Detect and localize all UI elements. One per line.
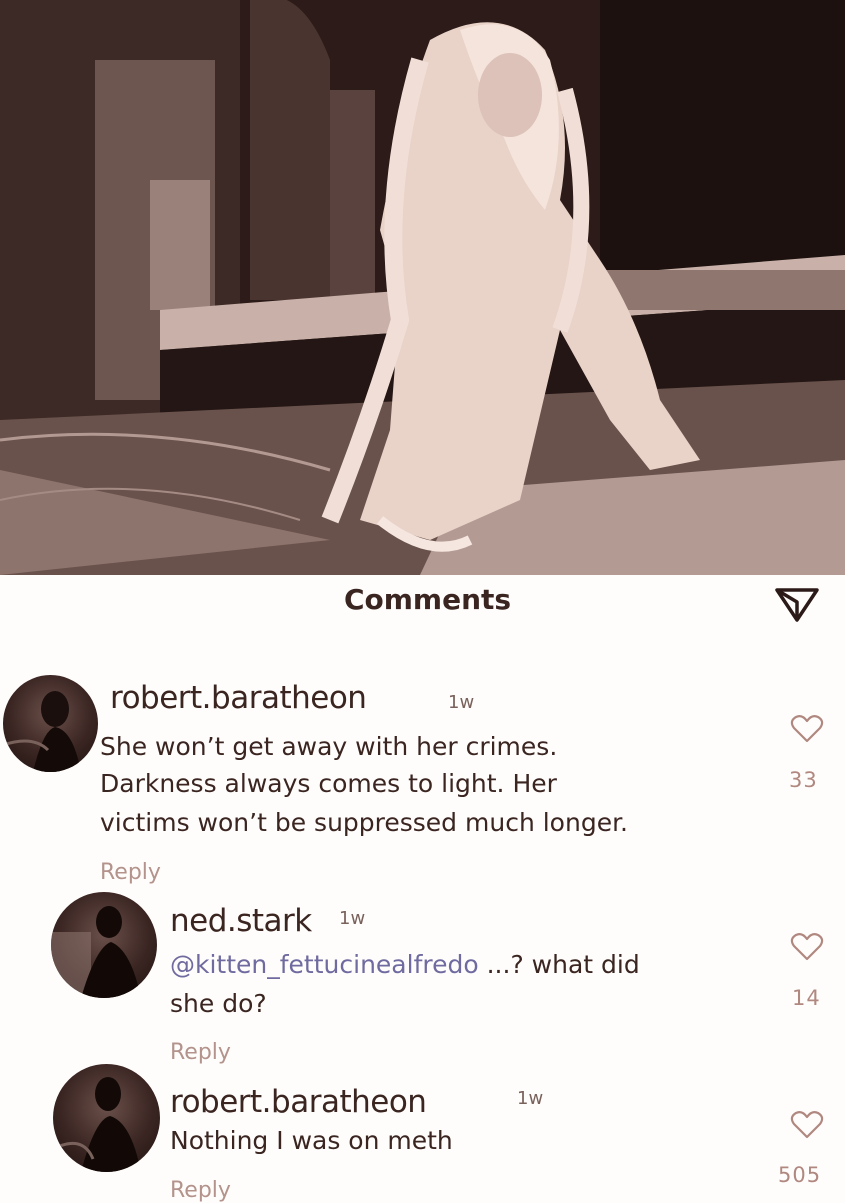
send-icon[interactable] <box>773 584 821 624</box>
avatar[interactable] <box>53 1064 160 1172</box>
comment-text-line: Nothing I was on meth <box>170 1126 453 1155</box>
comment-text-line: she do? <box>170 989 267 1018</box>
comment-text-line: She won’t get away with her crimes. <box>100 732 558 761</box>
comment-time: 1w <box>448 692 475 713</box>
reply-button[interactable]: Reply <box>100 860 161 885</box>
post-image <box>0 0 845 575</box>
comments-title: Comments <box>343 583 512 616</box>
comment-text-line: Darkness always comes to light. Her <box>100 769 557 798</box>
avatar[interactable] <box>3 675 98 772</box>
heart-icon[interactable] <box>790 714 824 744</box>
comment-username[interactable]: robert.baratheon <box>110 680 367 716</box>
avatar[interactable] <box>51 892 157 998</box>
reply-button[interactable]: Reply <box>170 1178 231 1203</box>
comment-time: 1w <box>339 908 366 929</box>
comment-time: 1w <box>517 1088 544 1109</box>
heart-icon[interactable] <box>790 1110 824 1140</box>
comment-text-line: victims won’t be suppressed much longer. <box>100 808 629 837</box>
reply-button[interactable]: Reply <box>170 1040 231 1065</box>
comments-header: Comments <box>0 575 845 635</box>
comment-username[interactable]: robert.baratheon <box>170 1084 427 1120</box>
like-count: 33 <box>789 768 818 792</box>
like-count: 505 <box>778 1163 822 1187</box>
like-count: 14 <box>792 986 821 1010</box>
mention-link[interactable]: @kitten_fettucinealfredo <box>170 950 479 979</box>
heart-icon[interactable] <box>790 932 824 962</box>
comment-text-line: @kitten_fettucinealfredo ...? what did <box>170 946 640 983</box>
comment-text-fragment: ...? what did <box>478 950 640 979</box>
comment-username[interactable]: ned.stark <box>170 903 312 939</box>
